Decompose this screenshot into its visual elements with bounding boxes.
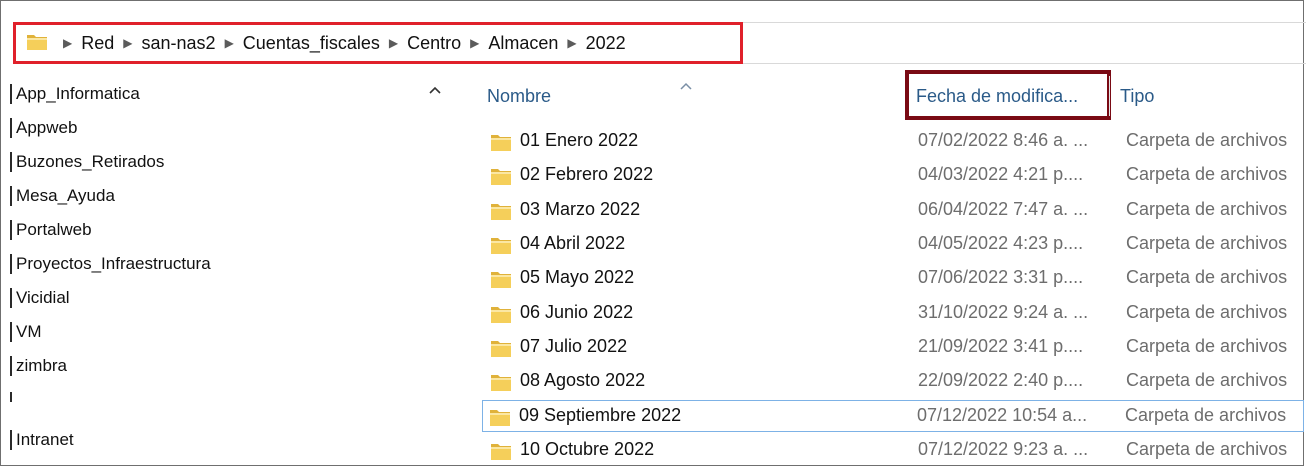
address-bar[interactable]: ▶ Red ▶ san-nas2 ▶ Cuentas_fiscales ▶ Ce… bbox=[13, 22, 743, 64]
sidebar-item-vicidial[interactable]: Vicidial bbox=[10, 288, 70, 308]
breadcrumb-centro[interactable]: Centro bbox=[407, 33, 461, 54]
chevron-right-icon[interactable]: ▶ bbox=[123, 36, 132, 50]
sidebar-item-mesa-ayuda[interactable]: Mesa_Ayuda bbox=[10, 186, 115, 206]
folder-icon bbox=[490, 441, 512, 466]
file-date-modified: 04/05/2022 4:23 p.... bbox=[918, 233, 1084, 253]
folder-icon bbox=[490, 269, 512, 294]
chevron-right-icon[interactable]: ▶ bbox=[470, 36, 479, 50]
file-row[interactable]: 06 Junio 2022 31/10/2022 9:24 a. ... Carpe… bbox=[484, 298, 1306, 330]
file-name[interactable]: 03 Marzo 2022 bbox=[520, 199, 640, 220]
sidebar-item-unnamed[interactable] bbox=[10, 392, 12, 402]
sidebar-item-app-informatica[interactable]: App_Informatica bbox=[10, 84, 140, 104]
file-row[interactable]: 07 Julio 2022 21/09/2022 3:41 p.... Carpet… bbox=[484, 332, 1306, 364]
file-type: Carpeta de archivos bbox=[1126, 199, 1288, 219]
file-row[interactable]: 03 Marzo 2022 06/04/2022 7:47 a. ... Carpe… bbox=[484, 195, 1306, 227]
folder-icon bbox=[490, 132, 512, 157]
file-name[interactable]: 04 Abril 2022 bbox=[520, 233, 625, 254]
file-date-modified: 07/12/2022 10:54 a... bbox=[917, 405, 1088, 425]
column-divider[interactable] bbox=[1109, 76, 1110, 116]
file-date-modified: 22/09/2022 2:40 p.... bbox=[918, 370, 1084, 390]
sidebar-item-zimbra[interactable]: zimbra bbox=[10, 356, 67, 376]
file-row[interactable]: 08 Agosto 2022 22/09/2022 2:40 p.... Carpe… bbox=[484, 366, 1306, 398]
file-type: Carpeta de archivos bbox=[1126, 336, 1288, 356]
sidebar-item-vm[interactable]: VM bbox=[10, 322, 42, 342]
folder-icon bbox=[490, 372, 512, 397]
breadcrumb-san-nas2[interactable]: san-nas2 bbox=[142, 33, 216, 54]
breadcrumb-almacen[interactable]: Almacen bbox=[488, 33, 558, 54]
file-type: Carpeta de archivos bbox=[1126, 370, 1288, 390]
breadcrumb-cuentas-fiscales[interactable]: Cuentas_fiscales bbox=[243, 33, 380, 54]
sidebar-item-proyectos-infraestructura[interactable]: Proyectos_Infraestructura bbox=[10, 254, 211, 274]
sidebar-item-portalweb[interactable]: Portalweb bbox=[10, 220, 92, 240]
file-row[interactable]: 02 Febrero 2022 04/03/2022 4:21 p.... Carp… bbox=[484, 160, 1306, 192]
file-row[interactable]: 05 Mayo 2022 07/06/2022 3:31 p.... Carpeta… bbox=[484, 263, 1306, 295]
file-type: Carpeta de archivos bbox=[1126, 233, 1288, 253]
file-date-modified: 07/02/2022 8:46 a. ... bbox=[918, 130, 1089, 150]
chevron-right-icon[interactable]: ▶ bbox=[567, 36, 576, 50]
sidebar-item-intranet[interactable]: Intranet bbox=[10, 430, 74, 450]
sort-ascending-icon bbox=[680, 82, 692, 92]
file-name[interactable]: 05 Mayo 2022 bbox=[520, 267, 634, 288]
folder-icon bbox=[489, 407, 511, 432]
address-bar-empty-area[interactable] bbox=[743, 22, 1306, 64]
file-name[interactable]: 07 Julio 2022 bbox=[520, 336, 627, 357]
chevron-right-icon[interactable]: ▶ bbox=[225, 36, 234, 50]
file-type: Carpeta de archivos bbox=[1126, 130, 1288, 150]
column-header-date-modified[interactable]: Fecha de modifica... bbox=[916, 86, 1078, 107]
sidebar-item-appweb[interactable]: Appweb bbox=[10, 118, 77, 138]
chevron-right-icon[interactable]: ▶ bbox=[389, 36, 398, 50]
file-row[interactable]: 10 Octubre 2022 07/12/2022 9:23 a. ... Car… bbox=[484, 435, 1306, 467]
folder-icon bbox=[490, 235, 512, 260]
folder-icon bbox=[490, 166, 512, 191]
breadcrumb-red[interactable]: Red bbox=[81, 33, 114, 54]
file-name[interactable]: 08 Agosto 2022 bbox=[520, 370, 645, 391]
file-name[interactable]: 01 Enero 2022 bbox=[520, 130, 638, 151]
sidebar-item-buzones-retirados[interactable]: Buzones_Retirados bbox=[10, 152, 164, 172]
breadcrumb-2022[interactable]: 2022 bbox=[586, 33, 626, 54]
folder-icon bbox=[490, 338, 512, 363]
file-name[interactable]: 02 Febrero 2022 bbox=[520, 164, 653, 185]
file-name[interactable]: 10 Octubre 2022 bbox=[520, 439, 654, 460]
file-date-modified: 06/04/2022 7:47 a. ... bbox=[918, 199, 1089, 219]
file-type: Carpeta de archivos bbox=[1126, 302, 1288, 322]
file-date-modified: 07/12/2022 9:23 a. ... bbox=[918, 439, 1089, 459]
caret-up-icon[interactable] bbox=[428, 82, 442, 98]
file-name[interactable]: 06 Junio 2022 bbox=[520, 302, 633, 323]
column-header-name[interactable]: Nombre bbox=[487, 86, 551, 107]
column-header-type[interactable]: Tipo bbox=[1120, 86, 1154, 107]
folder-icon bbox=[490, 304, 512, 329]
file-date-modified: 07/06/2022 3:31 p.... bbox=[918, 267, 1084, 287]
chevron-right-icon[interactable]: ▶ bbox=[63, 36, 72, 50]
file-type: Carpeta de archivos bbox=[1126, 164, 1288, 184]
file-name[interactable]: 09 Septiembre 2022 bbox=[519, 405, 681, 426]
file-date-modified: 04/03/2022 4:21 p.... bbox=[918, 164, 1084, 184]
file-type: Carpeta de archivos bbox=[1125, 405, 1287, 425]
file-type: Carpeta de archivos bbox=[1126, 439, 1288, 459]
navigation-pane: App_Informatica Appweb Buzones_Retirados… bbox=[0, 80, 425, 468]
file-type: Carpeta de archivos bbox=[1126, 267, 1288, 287]
file-date-modified: 21/09/2022 3:41 p.... bbox=[918, 336, 1084, 356]
file-date-modified: 31/10/2022 9:24 a. ... bbox=[918, 302, 1089, 322]
folder-icon bbox=[490, 201, 512, 226]
file-row[interactable]: 09 Septiembre 2022 07/12/2022 10:54 a... C… bbox=[482, 400, 1304, 432]
folder-icon bbox=[26, 31, 48, 56]
file-row[interactable]: 04 Abril 2022 04/05/2022 4:23 p.... Carpet… bbox=[484, 229, 1306, 261]
file-row[interactable]: 01 Enero 2022 07/02/2022 8:46 a. ... Carpe… bbox=[484, 126, 1306, 158]
